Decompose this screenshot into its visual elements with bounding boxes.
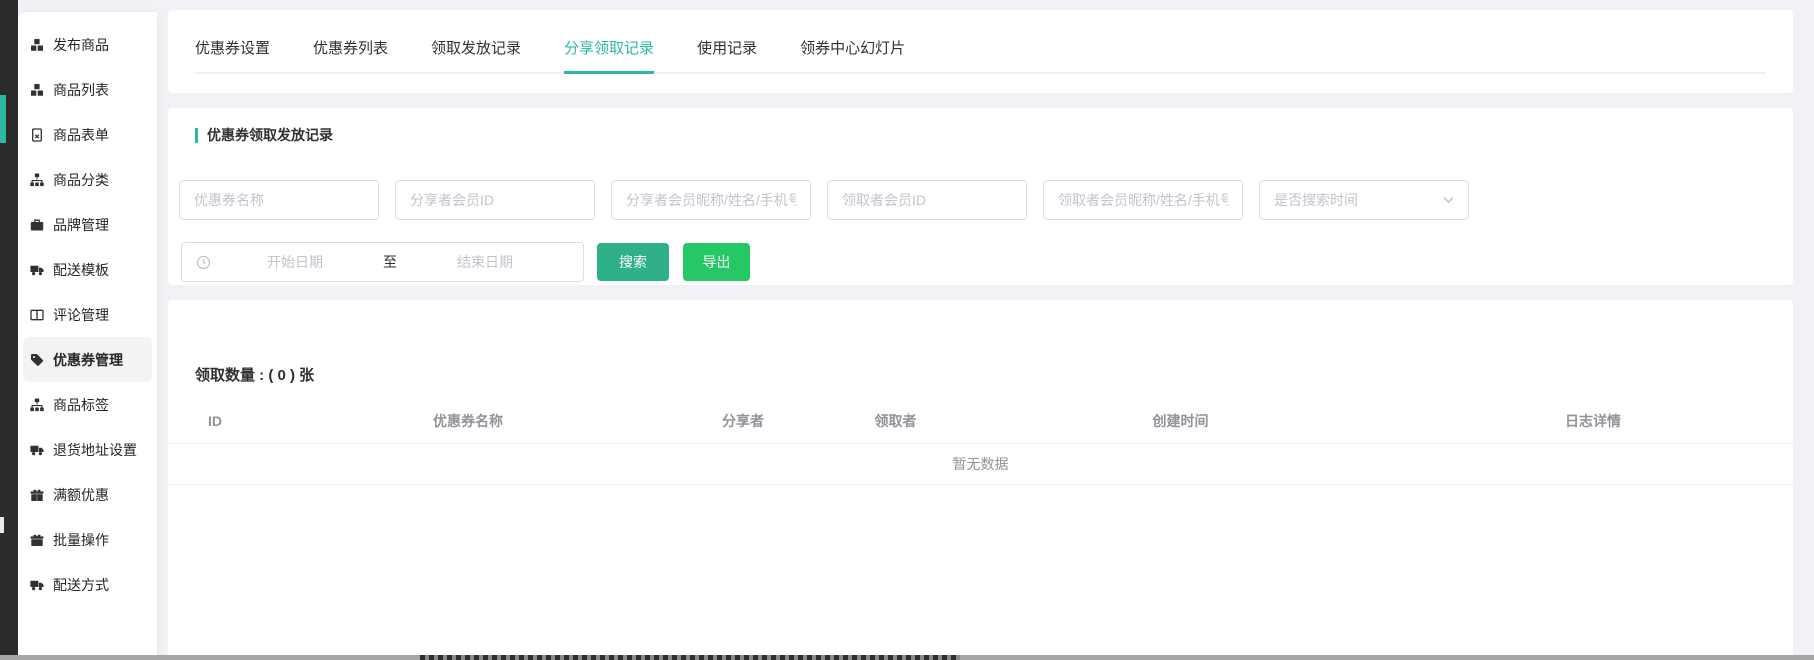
search-button[interactable]: 搜索 — [597, 243, 669, 281]
sidebar-item-label: 商品标签 — [53, 395, 109, 415]
tab-receive-issue-records[interactable]: 领取发放记录 — [431, 37, 521, 74]
cubes-icon — [30, 83, 44, 97]
bottom-bar-marks — [420, 655, 960, 660]
sidebar-item-label: 退货地址设置 — [53, 440, 137, 460]
records-card: 领取数量 : ( 0 ) 张 ID 优惠券名称 分享者 领取者 创建时间 日志详… — [168, 300, 1793, 660]
gift-icon — [30, 533, 44, 547]
sidebar-item-product-category[interactable]: 商品分类 — [23, 157, 152, 202]
briefcase-icon — [30, 218, 44, 232]
sidebar-item-publish-product[interactable]: 发布商品 — [23, 22, 152, 67]
tag-icon — [30, 353, 44, 367]
bottom-cutoff-bar — [0, 655, 1814, 660]
sidebar-item-delivery-method[interactable]: 配送方式 — [23, 562, 152, 607]
column-header-coupon-name: 优惠券名称 — [288, 411, 648, 431]
cubes-icon — [30, 38, 44, 52]
sidebar-item-delivery-template[interactable]: 配送模板 — [23, 247, 152, 292]
collapsed-rail — [0, 0, 18, 660]
tab-coupon-center-slides[interactable]: 领券中心幻灯片 — [800, 37, 905, 74]
sidebar-item-full-discount[interactable]: 满额优惠 — [23, 472, 152, 517]
tab-coupon-settings[interactable]: 优惠券设置 — [195, 37, 270, 74]
filter-inputs-row: 是否搜索时间 — [179, 180, 1469, 220]
truck-icon — [30, 263, 44, 277]
sidebar-item-product-list[interactable]: 商品列表 — [23, 67, 152, 112]
tab-coupon-list[interactable]: 优惠券列表 — [313, 37, 388, 74]
empty-state: 暂无数据 — [168, 444, 1793, 485]
file-x-icon — [30, 128, 44, 142]
sidebar-item-coupon-management[interactable]: 优惠券管理 — [23, 337, 152, 382]
gift-icon — [30, 488, 44, 502]
columns-icon — [30, 308, 44, 322]
truck-icon — [30, 578, 44, 592]
sidebar-item-batch-operation[interactable]: 批量操作 — [23, 517, 152, 562]
truck-icon — [30, 443, 44, 457]
receiver-member-id-input[interactable] — [827, 180, 1027, 220]
coupon-name-input[interactable] — [179, 180, 379, 220]
sitemap-icon — [30, 173, 44, 187]
sidebar-item-label: 配送模板 — [53, 260, 109, 280]
tab-share-receive-records[interactable]: 分享领取记录 — [564, 37, 654, 74]
sidebar: 发布商品 商品列表 商品表单 商品分类 品牌管理 配送模板 评论管理 优惠券管理… — [18, 12, 157, 660]
clock-icon — [196, 255, 211, 270]
tab-usage-records[interactable]: 使用记录 — [697, 37, 757, 74]
sidebar-item-label: 商品表单 — [53, 125, 109, 145]
receive-count-text: 领取数量 : ( 0 ) 张 — [195, 364, 1793, 385]
end-date-placeholder: 结束日期 — [401, 252, 569, 272]
start-date-placeholder: 开始日期 — [211, 252, 379, 272]
sidebar-item-brand-management[interactable]: 品牌管理 — [23, 202, 152, 247]
sidebar-item-label: 批量操作 — [53, 530, 109, 550]
sidebar-item-comment-management[interactable]: 评论管理 — [23, 292, 152, 337]
export-button[interactable]: 导出 — [683, 243, 750, 281]
empty-state-text: 暂无数据 — [953, 454, 1009, 474]
section-accent-bar — [195, 128, 198, 143]
tabs-card: 优惠券设置 优惠券列表 领取发放记录 分享领取记录 使用记录 领券中心幻灯片 — [168, 10, 1793, 93]
sidebar-item-label: 发布商品 — [53, 35, 109, 55]
section-title: 优惠券领取发放记录 — [207, 125, 333, 145]
filter-card: 优惠券领取发放记录 是否搜索时间 开始日期 至 结束日期 搜索 导出 — [168, 108, 1793, 285]
date-range-picker[interactable]: 开始日期 至 结束日期 — [181, 242, 584, 282]
column-header-id: ID — [168, 413, 288, 429]
receiver-member-info-input[interactable] — [1043, 180, 1243, 220]
sharer-member-info-input[interactable] — [611, 180, 811, 220]
sidebar-item-product-form[interactable]: 商品表单 — [23, 112, 152, 157]
tab-bar: 优惠券设置 优惠券列表 领取发放记录 分享领取记录 使用记录 领券中心幻灯片 — [195, 10, 1766, 74]
search-time-select-value: 是否搜索时间 — [1274, 190, 1358, 210]
sidebar-item-label: 配送方式 — [53, 575, 109, 595]
table-header-row: ID 优惠券名称 分享者 领取者 创建时间 日志详情 — [168, 399, 1793, 444]
column-header-sharer: 分享者 — [648, 411, 838, 431]
sidebar-item-label: 商品列表 — [53, 80, 109, 100]
sidebar-item-return-address-settings[interactable]: 退货地址设置 — [23, 427, 152, 472]
chevron-down-icon — [1443, 196, 1454, 204]
sidebar-item-product-tags[interactable]: 商品标签 — [23, 382, 152, 427]
sidebar-item-label: 评论管理 — [53, 305, 109, 325]
sidebar-item-label: 商品分类 — [53, 170, 109, 190]
column-header-receiver: 领取者 — [838, 411, 953, 431]
sharer-member-id-input[interactable] — [395, 180, 595, 220]
sidebar-item-label: 满额优惠 — [53, 485, 109, 505]
filter-actions-row: 开始日期 至 结束日期 搜索 导出 — [181, 242, 750, 282]
date-range-separator: 至 — [379, 252, 401, 272]
sidebar-item-label: 优惠券管理 — [53, 350, 123, 370]
rail-active-indicator — [0, 95, 6, 143]
section-header: 优惠券领取发放记录 — [195, 125, 1793, 145]
sitemap-icon — [30, 398, 44, 412]
rail-scroll-thumb[interactable] — [0, 517, 4, 533]
sidebar-item-label: 品牌管理 — [53, 215, 109, 235]
column-header-log-detail: 日志详情 — [1408, 411, 1778, 431]
search-time-select[interactable]: 是否搜索时间 — [1259, 180, 1469, 220]
column-header-created-time: 创建时间 — [953, 411, 1408, 431]
